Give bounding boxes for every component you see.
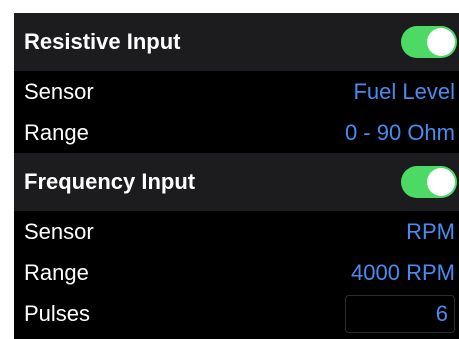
- resistive-range-value[interactable]: 0 - 90 Ohm: [345, 120, 455, 146]
- frequency-range-row[interactable]: Range 4000 RPM: [14, 252, 459, 293]
- resistive-input-title: Resistive Input: [24, 29, 181, 54]
- resistive-sensor-value[interactable]: Fuel Level: [353, 79, 455, 105]
- frequency-input-title: Frequency Input: [24, 169, 196, 194]
- settings-panel: Resistive Input Sensor Fuel Level Range …: [14, 13, 459, 339]
- resistive-range-label: Range: [24, 119, 89, 145]
- toggle-knob: [427, 28, 455, 56]
- frequency-sensor-row[interactable]: Sensor RPM: [14, 211, 459, 252]
- frequency-pulses-row: Pulses 6: [14, 293, 459, 334]
- frequency-input-header: Frequency Input: [14, 153, 459, 211]
- resistive-sensor-row[interactable]: Sensor Fuel Level: [14, 71, 459, 112]
- frequency-range-value[interactable]: 4000 RPM: [351, 260, 455, 286]
- resistive-sensor-label: Sensor: [24, 78, 94, 104]
- frequency-sensor-value[interactable]: RPM: [406, 219, 455, 245]
- frequency-sensor-label: Sensor: [24, 218, 94, 244]
- resistive-input-toggle[interactable]: [401, 26, 457, 58]
- resistive-range-row[interactable]: Range 0 - 90 Ohm: [14, 112, 459, 153]
- frequency-pulses-label: Pulses: [24, 300, 91, 326]
- toggle-knob: [427, 168, 455, 196]
- resistive-input-header: Resistive Input: [14, 13, 459, 71]
- frequency-input-toggle[interactable]: [401, 166, 457, 198]
- pulses-input[interactable]: 6: [345, 294, 455, 333]
- frequency-range-label: Range: [24, 259, 89, 285]
